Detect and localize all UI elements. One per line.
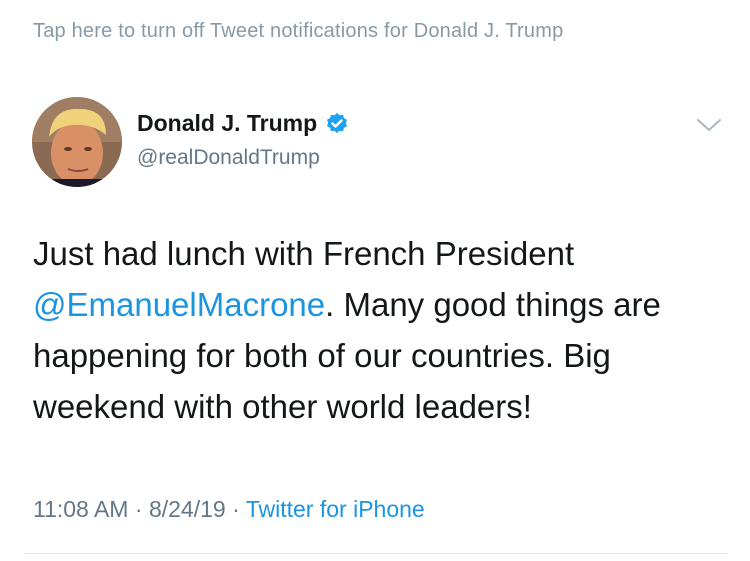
- tweet-date: 8/24/19: [148, 496, 226, 522]
- tweet-source-link[interactable]: Twitter for iPhone: [246, 496, 425, 522]
- author-handle[interactable]: @realDonaldTrump: [137, 146, 320, 170]
- tweet-text-part: Just had lunch with French President: [33, 235, 575, 272]
- meta-separator: ·: [232, 496, 240, 522]
- avatar[interactable]: [32, 97, 122, 187]
- tweet-time: 11:08 AM: [33, 496, 129, 522]
- tweet-meta: 11:08 AM · 8/24/19 · Twitter for iPhone: [33, 496, 425, 523]
- tweet-text: Just had lunch with French President @Em…: [33, 228, 733, 432]
- mention-link[interactable]: @EmanuelMacrone: [33, 286, 325, 323]
- author-name-row[interactable]: Donald J. Trump: [137, 110, 349, 137]
- chevron-down-icon[interactable]: [694, 115, 724, 135]
- author-name[interactable]: Donald J. Trump: [137, 110, 317, 137]
- divider: [24, 553, 728, 554]
- notification-toggle-banner[interactable]: Tap here to turn off Tweet notifications…: [33, 20, 563, 43]
- avatar-image: [32, 97, 122, 187]
- meta-separator: ·: [134, 496, 143, 522]
- verified-badge-icon: [325, 112, 349, 136]
